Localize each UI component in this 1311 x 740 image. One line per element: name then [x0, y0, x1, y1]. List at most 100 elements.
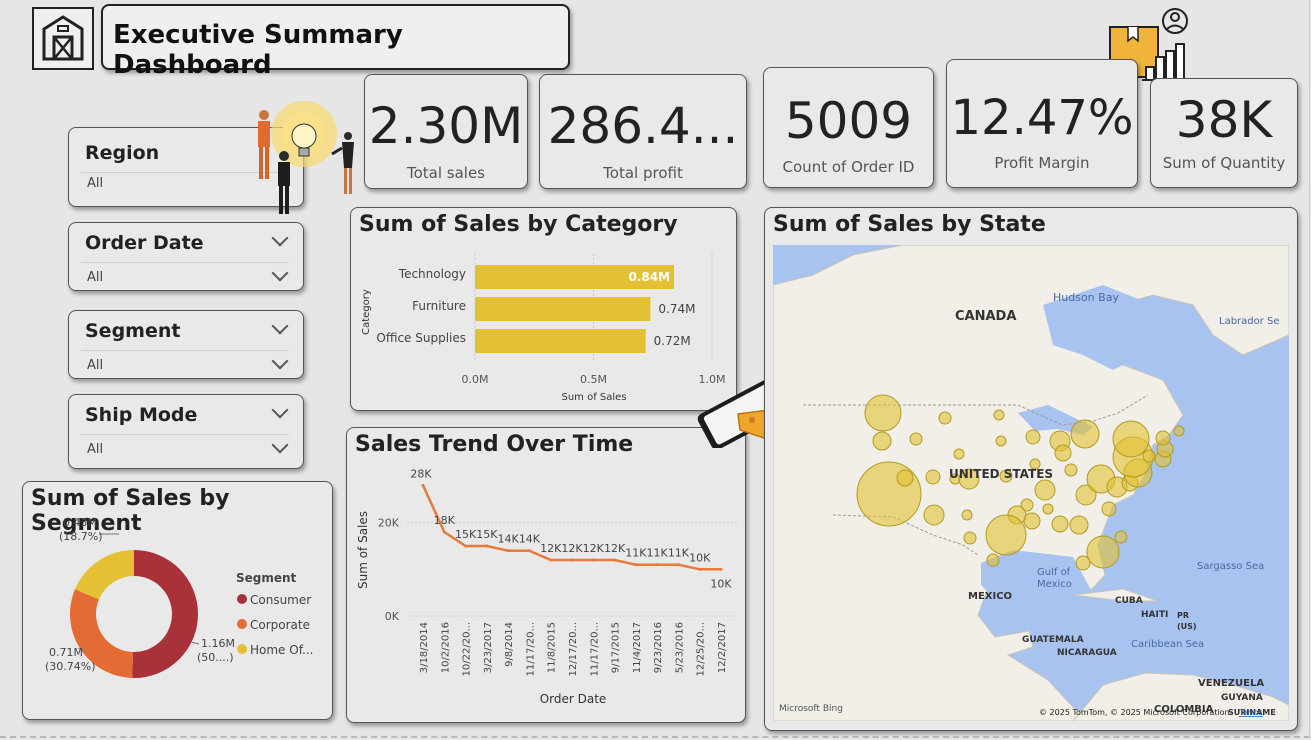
- state-map-card[interactable]: Sum of Sales by State CANADA Hudson Bay La…: [764, 207, 1298, 731]
- segment-chart-card[interactable]: Sum of Sales by Segment 1.16M (50....) 0.7…: [22, 481, 333, 720]
- state-bubble: [872, 431, 892, 451]
- data-label: 15K: [455, 528, 477, 541]
- dashboard-title: Executive Summary Dashboard: [113, 20, 403, 80]
- state-bubble: [909, 432, 923, 446]
- chevron-down-icon[interactable]: [271, 229, 289, 247]
- x-tick-label: 9/8/2014: [504, 622, 515, 667]
- sales-trend-line-chart: 0K20K28K18K15K 15K 14K 14K12K 12K 12K 12K 11K 11…: [356, 467, 737, 706]
- state-bubble: [953, 448, 965, 460]
- order-date-slicer[interactable]: Order Date All: [68, 222, 304, 291]
- data-label: 0.71M: [49, 646, 83, 659]
- kpi-total-sales-card[interactable]: 2.30M Total sales: [364, 74, 528, 189]
- kpi-label: Profit Margin: [994, 154, 1090, 172]
- kpi-value: 2.30M: [368, 97, 524, 155]
- data-label: 0.72M: [654, 334, 691, 348]
- kpi-quantity-card[interactable]: 38K Sum of Quantity: [1150, 78, 1298, 188]
- map-place-label: PR: [1177, 611, 1189, 620]
- state-bubble: [1070, 419, 1100, 449]
- x-tick-label: 9/23/2016: [653, 622, 664, 673]
- data-label: 11K: [625, 547, 647, 560]
- kpi-value: 286.4...: [547, 97, 739, 155]
- data-label: 10K: [689, 551, 711, 564]
- legend-title: Segment: [236, 571, 297, 585]
- map-terms-link[interactable]: Terms: [1238, 708, 1263, 717]
- trend-point: [719, 567, 723, 571]
- x-tick-label: 0.5M: [580, 373, 607, 386]
- legend-marker: [237, 644, 247, 654]
- data-label: 14K: [498, 533, 520, 546]
- category-label: Furniture: [412, 299, 466, 313]
- map-place-label: Gulf of: [1037, 567, 1071, 578]
- slicer-divider: [81, 434, 289, 435]
- kpi-order-count-card[interactable]: 5009 Count of Order ID: [763, 67, 934, 188]
- x-tick-label: 12/17/20...: [568, 622, 579, 676]
- region-slicer-dropdown[interactable]: All: [87, 176, 103, 191]
- slicer-divider: [81, 262, 289, 263]
- data-label: 12K: [604, 542, 626, 555]
- ship-mode-slicer[interactable]: Ship Mode All: [68, 394, 304, 469]
- map-place-label: UNITED STATES: [949, 467, 1053, 481]
- trend-point: [655, 563, 659, 567]
- slicer-title: Segment: [85, 320, 181, 342]
- chevron-down-icon[interactable]: [271, 401, 289, 419]
- visual-title: Sum of Sales by State: [773, 212, 1046, 237]
- data-label: 12K: [583, 542, 605, 555]
- map-place-label: HAITI: [1141, 610, 1168, 620]
- state-bubble: [1086, 535, 1120, 569]
- slicer-title: Region: [85, 142, 160, 164]
- map-place-label: CUBA: [1115, 596, 1143, 606]
- ship-mode-dropdown[interactable]: All: [87, 442, 103, 457]
- data-label: 11K: [668, 547, 690, 560]
- state-bubble: [985, 514, 1027, 556]
- state-bubble: [1051, 515, 1069, 533]
- warehouse-icon: [42, 15, 84, 61]
- data-label: 0.43M: [63, 516, 97, 529]
- kpi-label: Count of Order ID: [782, 158, 915, 176]
- map-attribution: © 2025 TomTom, © 2025 Microsoft Corporat…: [1039, 708, 1230, 717]
- x-tick-label: 11/8/2015: [547, 622, 558, 673]
- category-chart-card[interactable]: Sum of Sales by Category 0.0M 0.5M 1.0M Tec…: [350, 207, 737, 411]
- state-bubble: [1042, 503, 1054, 515]
- segment-slicer[interactable]: Segment All: [68, 310, 304, 379]
- x-tick-label: 9/17/2015: [611, 622, 622, 673]
- donut-slice: [74, 550, 134, 600]
- category-bar: [475, 329, 646, 353]
- chevron-down-icon[interactable]: [271, 264, 289, 282]
- kpi-label: Total profit: [603, 164, 683, 182]
- state-bubble: [856, 461, 922, 527]
- map-place-label: Sargasso Sea: [1197, 561, 1264, 572]
- data-label: 0.84M: [629, 270, 671, 284]
- state-bubble: [1069, 515, 1089, 535]
- data-label: 1.16M: [201, 637, 235, 650]
- kpi-total-profit-card[interactable]: 286.4... Total profit: [539, 74, 747, 189]
- warehouse-logo: [32, 7, 94, 70]
- segment-dropdown[interactable]: All: [87, 358, 103, 373]
- kpi-profit-margin-card[interactable]: 12.47% Profit Margin: [946, 59, 1138, 188]
- order-date-dropdown[interactable]: All: [87, 270, 103, 285]
- chevron-down-icon[interactable]: [271, 436, 289, 454]
- slicer-title: Order Date: [85, 232, 204, 254]
- state-bubble: [1173, 425, 1185, 437]
- sales-by-state-map[interactable]: CANADA Hudson Bay Labrador Se UNITED STATES…: [773, 245, 1289, 721]
- state-bubble: [864, 394, 902, 432]
- state-bubble: [1025, 429, 1041, 445]
- map-place-label: Labrador Se: [1219, 316, 1280, 327]
- state-bubble: [995, 435, 1007, 447]
- map-place-label: Caribbean Sea: [1131, 639, 1204, 650]
- dashboard-title-box: Executive Summary Dashboard: [101, 4, 570, 80]
- map-place-label: Hudson Bay: [1053, 291, 1119, 304]
- slicer-title: Ship Mode: [85, 404, 198, 426]
- trend-point: [549, 558, 553, 562]
- slicer-divider: [81, 350, 289, 351]
- state-bubble: [963, 531, 977, 545]
- chevron-down-icon[interactable]: [271, 352, 289, 370]
- legend-marker: [237, 594, 247, 604]
- state-bubble: [1142, 449, 1156, 463]
- segment-donut-chart: 1.16M(50....) 0.71M(30.74%) 0.43M(18.7%) Se…: [45, 516, 314, 678]
- data-label: 12K: [561, 542, 583, 555]
- state-bubble: [896, 469, 914, 487]
- map-place-label: GUATEMALA: [1022, 635, 1084, 645]
- trend-chart-card[interactable]: Sales Trend Over Time 0K 20K 28K 18K 15K 15K 1…: [346, 427, 746, 723]
- chevron-down-icon[interactable]: [271, 317, 289, 335]
- state-bubble: [1101, 501, 1117, 517]
